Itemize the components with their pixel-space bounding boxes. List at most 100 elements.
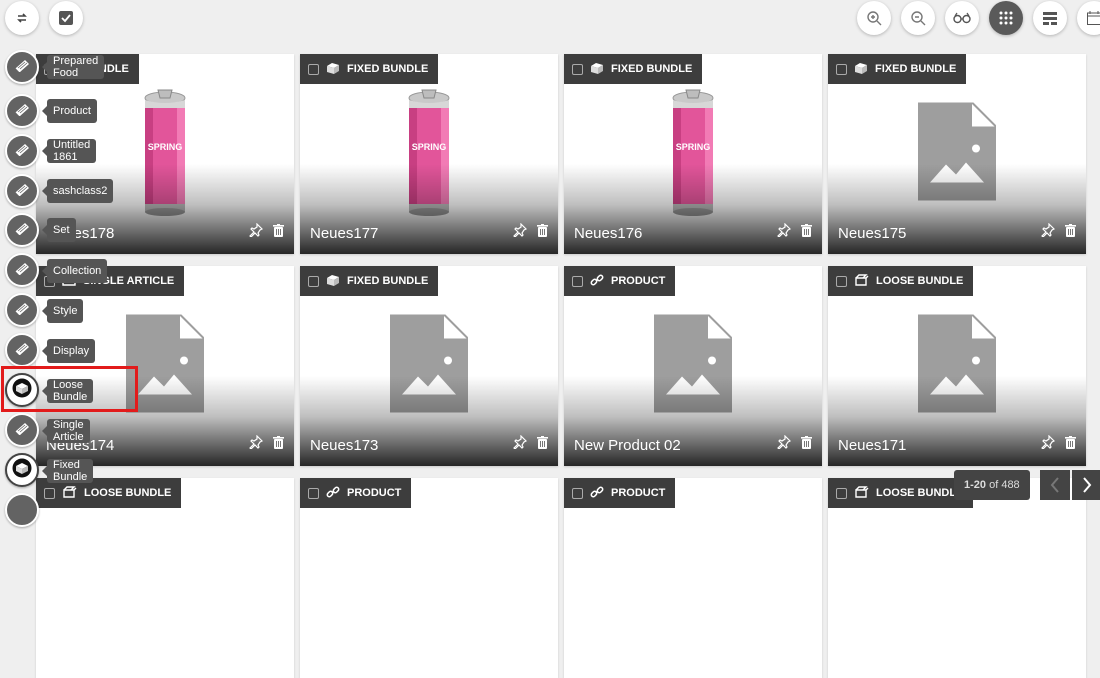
list-view-icon — [1043, 11, 1057, 25]
sidebar-item-prepared-food[interactable] — [5, 50, 39, 84]
next-page-button[interactable] — [1072, 470, 1100, 500]
sidebar-tooltip: Untitled 1861 — [47, 139, 96, 163]
sidebar-item-display[interactable] — [5, 333, 39, 367]
type-tag: PRODUCT — [564, 266, 675, 296]
trash-icon — [801, 436, 812, 449]
box-icon — [12, 458, 32, 483]
trash-icon — [1065, 436, 1076, 449]
product-card[interactable]: SPRING FIXED BUNDLE Neues176 — [564, 54, 822, 254]
calendar-icon — [1087, 11, 1100, 25]
product-card[interactable]: LOOSE BUNDLE — [36, 478, 294, 678]
delete-button[interactable] — [273, 224, 284, 242]
svg-text:SPRING: SPRING — [148, 142, 183, 152]
trash-icon — [1065, 224, 1076, 237]
delete-button[interactable] — [1065, 436, 1076, 454]
delete-button[interactable] — [801, 436, 812, 454]
sidebar-item-untitled-1861[interactable] — [5, 134, 39, 168]
book-icon — [14, 221, 30, 240]
zoom-out-button[interactable] — [901, 1, 935, 35]
product-card[interactable]: FIXED BUNDLE Neues173 — [300, 266, 558, 466]
sidebar-item-set[interactable] — [5, 213, 39, 247]
sidebar-tooltip: Prepared Food — [47, 55, 104, 79]
pin-button[interactable] — [249, 435, 263, 454]
page-range: 1-20 — [964, 479, 986, 491]
delete-button[interactable] — [801, 224, 812, 242]
type-label: PRODUCT — [611, 487, 665, 499]
sidebar-tooltip: Collection — [47, 259, 107, 283]
sidebar-item-product[interactable] — [5, 94, 39, 128]
grid-view-button[interactable] — [989, 1, 1023, 35]
pin-button[interactable] — [513, 435, 527, 454]
pin-button[interactable] — [1041, 435, 1055, 454]
select-checkbox[interactable] — [308, 276, 319, 287]
pin-button[interactable] — [513, 223, 527, 242]
type-label: PRODUCT — [347, 487, 401, 499]
pin-button[interactable] — [777, 223, 791, 242]
selection-highlight — [1, 366, 138, 412]
select-checkbox[interactable] — [836, 64, 847, 75]
type-tag: FIXED BUNDLE — [828, 54, 966, 84]
book-icon — [14, 421, 30, 440]
pin-icon — [777, 223, 791, 237]
sidebar-item-collection[interactable] — [5, 253, 39, 287]
pin-button[interactable] — [249, 223, 263, 242]
book-icon — [14, 261, 30, 280]
refresh-icon — [15, 11, 29, 25]
product-card[interactable]: SPRING FIXED BUNDLE Neues177 — [300, 54, 558, 254]
pin-icon — [513, 435, 527, 449]
product-card[interactable]: PRODUCT — [300, 478, 558, 678]
pin-button[interactable] — [777, 435, 791, 454]
list-view-button[interactable] — [1033, 1, 1067, 35]
toolbar — [0, 0, 1100, 40]
sidebar-item-more[interactable] — [5, 493, 39, 527]
select-checkbox[interactable] — [44, 488, 55, 499]
pin-icon — [249, 223, 263, 237]
chevron-right-icon — [1082, 477, 1092, 493]
product-card[interactable]: LOOSE BUNDLE Neues171 — [828, 266, 1086, 466]
pin-icon — [1041, 223, 1055, 237]
product-card[interactable]: FIXED BUNDLE Neues175 — [828, 54, 1086, 254]
sidebar-item-sashclass2[interactable] — [5, 174, 39, 208]
tag-icon — [854, 485, 869, 501]
select-checkbox[interactable] — [572, 64, 583, 75]
sidebar-item-style[interactable] — [5, 293, 39, 327]
sidebar-item-single-article[interactable] — [5, 413, 39, 447]
tag-icon — [854, 273, 869, 289]
tag-icon — [590, 273, 604, 290]
tag-icon — [854, 62, 868, 77]
prev-page-button[interactable] — [1040, 470, 1070, 500]
select-checkbox[interactable] — [836, 488, 847, 499]
product-card[interactable]: PRODUCT — [564, 478, 822, 678]
sidebar-item-fixed-bundle[interactable] — [5, 453, 39, 487]
delete-button[interactable] — [537, 224, 548, 242]
type-label: LOOSE BUNDLE — [876, 487, 963, 499]
sidebar-tooltip: Fixed Bundle — [47, 459, 93, 483]
calendar-button[interactable] — [1077, 1, 1100, 35]
pin-button[interactable] — [1041, 223, 1055, 242]
select-checkbox[interactable] — [836, 276, 847, 287]
select-checkbox[interactable] — [308, 488, 319, 499]
product-card[interactable]: LOOSE BUNDLE — [828, 478, 1086, 678]
pagination-info: 1-20 of 488 — [954, 470, 1030, 500]
select-checkbox[interactable] — [572, 488, 583, 499]
zoom-in-icon — [866, 10, 882, 26]
zoom-in-button[interactable] — [857, 1, 891, 35]
type-tag: FIXED BUNDLE — [300, 54, 438, 84]
product-card[interactable]: PRODUCT New Product 02 — [564, 266, 822, 466]
delete-button[interactable] — [537, 436, 548, 454]
select-checkbox[interactable] — [308, 64, 319, 75]
type-label: FIXED BUNDLE — [875, 63, 956, 75]
product-name: New Product 02 — [574, 437, 681, 454]
select-checkbox[interactable] — [572, 276, 583, 287]
refresh-button[interactable] — [5, 1, 39, 35]
grid-view-icon — [999, 11, 1013, 25]
product-name: Neues173 — [310, 437, 378, 454]
checkbox-icon — [58, 10, 74, 26]
svg-text:SPRING: SPRING — [676, 142, 711, 152]
preview-button[interactable] — [945, 1, 979, 35]
delete-button[interactable] — [1065, 224, 1076, 242]
tag-icon — [590, 485, 604, 502]
product-name: Neues175 — [838, 225, 906, 242]
delete-button[interactable] — [273, 436, 284, 454]
select-all-button[interactable] — [49, 1, 83, 35]
